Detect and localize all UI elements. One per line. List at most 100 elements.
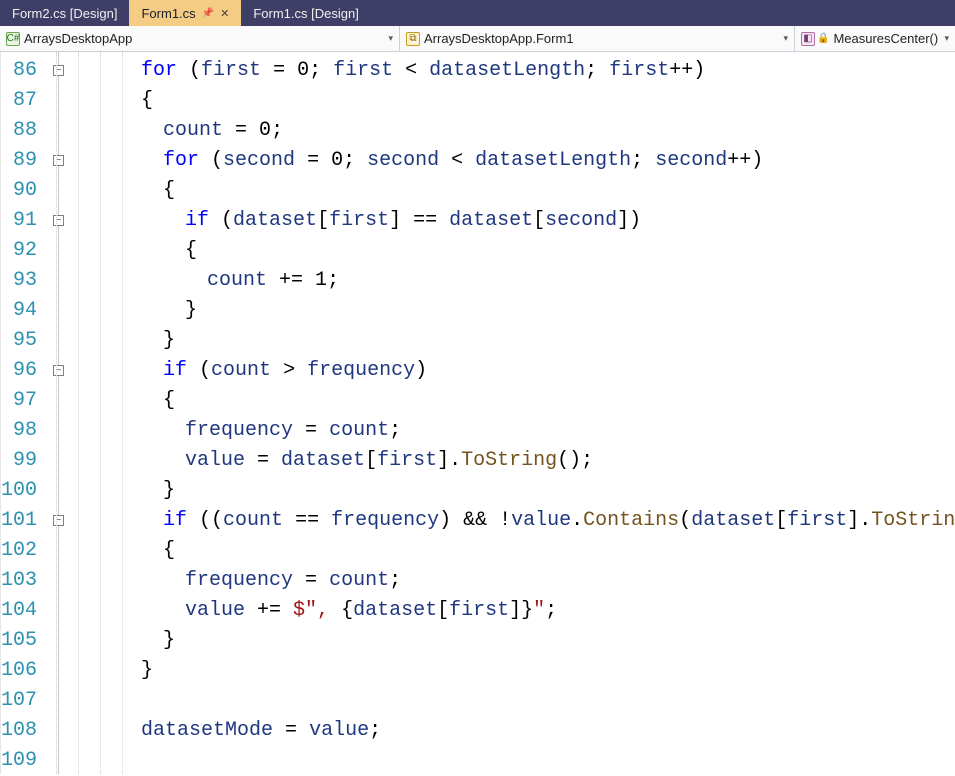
code-token: ( bbox=[199, 149, 223, 172]
code-token: = bbox=[245, 449, 281, 472]
method-icon: ◧ bbox=[801, 32, 815, 46]
code-token: first bbox=[787, 509, 847, 532]
code-text-area[interactable]: for (first = 0; first < datasetLength; f… bbox=[51, 52, 955, 774]
code-token: ; bbox=[343, 149, 367, 172]
code-line[interactable]: } bbox=[53, 476, 955, 506]
line-number: 95 bbox=[1, 326, 51, 356]
line-number: 101 bbox=[1, 506, 51, 536]
line-number: 86 bbox=[1, 56, 51, 86]
code-token: > bbox=[271, 359, 307, 382]
line-number: 96 bbox=[1, 356, 51, 386]
code-line[interactable]: for (first = 0; first < datasetLength; f… bbox=[53, 56, 955, 86]
code-token: dataset bbox=[691, 509, 775, 532]
code-line[interactable]: count += 1; bbox=[53, 266, 955, 296]
code-token: value bbox=[309, 719, 369, 742]
nav-namespace-label: ArraysDesktopApp bbox=[24, 31, 132, 46]
code-line[interactable]: frequency = count; bbox=[53, 566, 955, 596]
line-number: 88 bbox=[1, 116, 51, 146]
document-tab[interactable]: Form1.cs [Design] bbox=[241, 0, 370, 26]
code-line[interactable]: datasetMode = value; bbox=[53, 716, 955, 746]
code-token: = bbox=[293, 419, 329, 442]
document-tab[interactable]: Form2.cs [Design] bbox=[0, 0, 129, 26]
code-token: 1 bbox=[315, 269, 327, 292]
line-number: 100 bbox=[1, 476, 51, 506]
code-token: ) bbox=[415, 359, 427, 382]
code-token: count bbox=[223, 509, 283, 532]
nav-member-dropdown[interactable]: ◧ 🔒 MeasuresCenter() ▾ bbox=[795, 26, 955, 51]
code-line[interactable]: { bbox=[53, 86, 955, 116]
code-token: ; bbox=[389, 419, 401, 442]
code-line[interactable]: } bbox=[53, 656, 955, 686]
code-token: ; bbox=[585, 59, 609, 82]
code-token: ; bbox=[545, 599, 557, 622]
document-tab[interactable]: Form1.cs📌✕ bbox=[129, 0, 241, 26]
code-line[interactable]: } bbox=[53, 296, 955, 326]
line-number: 108 bbox=[1, 716, 51, 746]
code-line[interactable] bbox=[53, 746, 955, 776]
code-token: ToString bbox=[871, 509, 955, 532]
code-token: value bbox=[511, 509, 571, 532]
code-token: { bbox=[185, 239, 197, 262]
code-token: ToString bbox=[461, 449, 557, 472]
chevron-down-icon: ▾ bbox=[388, 33, 393, 44]
code-token: second bbox=[367, 149, 439, 172]
line-number: 109 bbox=[1, 746, 51, 776]
code-token: ++) bbox=[727, 149, 763, 172]
code-token: = bbox=[261, 59, 297, 82]
line-number: 104 bbox=[1, 596, 51, 626]
code-line[interactable]: count = 0; bbox=[53, 116, 955, 146]
code-line[interactable]: frequency = count; bbox=[53, 416, 955, 446]
code-editor[interactable]: 8687888990919293949596979899100101102103… bbox=[0, 52, 955, 774]
code-token: value bbox=[185, 449, 245, 472]
code-token: ; bbox=[389, 569, 401, 592]
code-line[interactable]: { bbox=[53, 386, 955, 416]
nav-class-dropdown[interactable]: ⧉ ArraysDesktopApp.Form1 ▾ bbox=[400, 26, 795, 51]
code-token: ] == bbox=[389, 209, 449, 232]
nav-class-label: ArraysDesktopApp.Form1 bbox=[424, 31, 574, 46]
code-token: second bbox=[655, 149, 727, 172]
line-number-gutter: 8687888990919293949596979899100101102103… bbox=[1, 52, 51, 774]
code-line[interactable] bbox=[53, 686, 955, 716]
close-icon[interactable]: ✕ bbox=[220, 7, 229, 20]
code-token: = bbox=[273, 719, 309, 742]
code-token: ; bbox=[309, 59, 333, 82]
code-line[interactable]: if (count > frequency) bbox=[53, 356, 955, 386]
code-line[interactable]: { bbox=[53, 176, 955, 206]
code-token: frequency bbox=[307, 359, 415, 382]
code-token: } bbox=[521, 599, 533, 622]
code-line[interactable]: { bbox=[53, 236, 955, 266]
code-token: frequency bbox=[185, 569, 293, 592]
code-token: < bbox=[393, 59, 429, 82]
code-token: count bbox=[329, 569, 389, 592]
code-token: } bbox=[163, 479, 175, 502]
code-token: < bbox=[439, 149, 475, 172]
code-token: 0 bbox=[331, 149, 343, 172]
code-line[interactable]: value = dataset[first].ToString(); bbox=[53, 446, 955, 476]
code-token: datasetLength bbox=[429, 59, 585, 82]
chevron-down-icon: ▾ bbox=[783, 33, 788, 44]
nav-namespace-dropdown[interactable]: C# ArraysDesktopApp ▾ bbox=[0, 26, 400, 51]
code-line[interactable]: } bbox=[53, 626, 955, 656]
line-number: 107 bbox=[1, 686, 51, 716]
code-token: } bbox=[141, 659, 153, 682]
pin-icon[interactable]: 📌 bbox=[202, 8, 214, 19]
code-line[interactable]: { bbox=[53, 536, 955, 566]
code-token: { bbox=[163, 389, 175, 412]
code-token: dataset bbox=[281, 449, 365, 472]
code-line[interactable]: value += $", {dataset[first]}"; bbox=[53, 596, 955, 626]
tab-label: Form2.cs [Design] bbox=[12, 6, 117, 21]
code-token: 0 bbox=[297, 59, 309, 82]
code-line[interactable]: for (second = 0; second < datasetLength;… bbox=[53, 146, 955, 176]
line-number: 103 bbox=[1, 566, 51, 596]
code-token: ( bbox=[177, 59, 201, 82]
code-token: [ bbox=[775, 509, 787, 532]
code-token: { bbox=[141, 89, 153, 112]
code-token: { bbox=[341, 599, 353, 622]
code-token: first bbox=[201, 59, 261, 82]
code-token: dataset bbox=[233, 209, 317, 232]
code-line[interactable]: if (dataset[first] == dataset[second]) bbox=[53, 206, 955, 236]
code-token: += bbox=[267, 269, 315, 292]
code-line[interactable]: } bbox=[53, 326, 955, 356]
code-token: [ bbox=[365, 449, 377, 472]
code-line[interactable]: if ((count == frequency) && !value.Conta… bbox=[53, 506, 955, 536]
